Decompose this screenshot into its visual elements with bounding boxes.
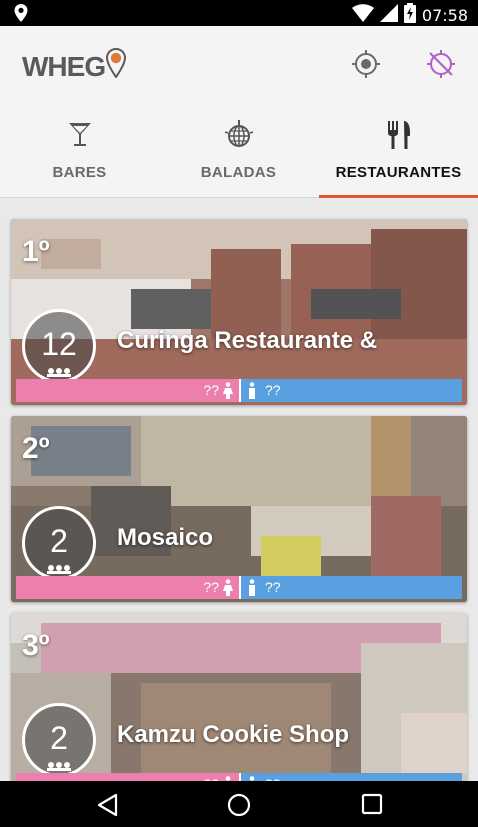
tab-label: RESTAURANTES <box>335 164 462 181</box>
back-icon[interactable] <box>96 793 118 822</box>
app-logo: WHEG <box>22 47 127 85</box>
checkin-count: 12 <box>41 326 77 362</box>
male-icon <box>247 382 257 404</box>
home-icon[interactable] <box>227 793 251 822</box>
map-pin-icon <box>105 47 127 85</box>
disco-ball-icon <box>224 120 254 155</box>
male-count: ?? <box>265 382 281 398</box>
rank-label: 2º <box>22 432 50 465</box>
checkin-count: 2 <box>50 720 68 756</box>
wifi-icon <box>351 4 374 26</box>
tab-label: BARES <box>52 164 107 181</box>
female-count: ?? <box>203 579 219 595</box>
place-name: Kamzu Cookie Shop <box>117 721 350 748</box>
female-segment: ?? <box>16 773 239 781</box>
photo-overlay <box>11 416 467 602</box>
checkin-count-badge: 2 <box>22 703 96 777</box>
gender-ratio-bar: ?? ?? <box>16 379 462 402</box>
tab-bares[interactable]: BARES <box>0 106 159 198</box>
photo-overlay <box>11 219 467 405</box>
tab-label: BALADAS <box>200 164 277 181</box>
place-name: Curinga Restaurante & <box>117 327 378 354</box>
cell-signal-icon <box>379 4 398 26</box>
battery-charging-icon <box>403 3 416 27</box>
place-card[interactable]: 2º 2 Mosaico ?? ?? <box>11 416 467 602</box>
checkin-count-badge: 12 <box>22 309 96 383</box>
place-name: Mosaico <box>117 524 214 551</box>
my-location-icon[interactable] <box>350 48 382 80</box>
tab-restaurantes[interactable]: RESTAURANTES <box>319 106 478 198</box>
female-count: ?? <box>203 382 219 398</box>
male-segment: ?? <box>239 773 462 781</box>
category-tabs: BARES BALADAS RESTAURANTES <box>0 106 478 198</box>
gender-ratio-bar: ?? ?? <box>16 576 462 599</box>
female-icon <box>223 579 233 601</box>
system-nav-bar <box>0 781 478 827</box>
tab-baladas[interactable]: BALADAS <box>159 106 318 198</box>
male-segment: ?? <box>239 379 462 402</box>
status-bar: 07:58 <box>0 0 478 26</box>
male-segment: ?? <box>239 576 462 599</box>
female-segment: ?? <box>16 379 239 402</box>
cocktail-icon <box>67 120 93 153</box>
checkin-count: 2 <box>50 523 68 559</box>
male-count: ?? <box>265 579 281 595</box>
location-off-icon[interactable] <box>425 48 457 80</box>
restaurant-list[interactable]: 1º 12 Curinga Restaurante & ?? ?? 2º 2 M… <box>0 198 478 781</box>
checkin-count-badge: 2 <box>22 506 96 580</box>
place-card[interactable]: 3º 2 Kamzu Cookie Shop ?? ?? <box>11 613 467 781</box>
male-icon <box>247 579 257 601</box>
location-icon <box>14 4 28 27</box>
place-card[interactable]: 1º 12 Curinga Restaurante & ?? ?? <box>11 219 467 405</box>
logo-text: WHEG <box>22 50 106 82</box>
clock-time: 07:58 <box>421 5 468 25</box>
fork-knife-icon <box>386 120 412 155</box>
rank-label: 3º <box>22 629 50 662</box>
female-icon <box>223 382 233 404</box>
recents-icon[interactable] <box>361 793 383 820</box>
female-segment: ?? <box>16 576 239 599</box>
gender-ratio-bar: ?? ?? <box>16 773 462 781</box>
app-bar: WHEG <box>0 26 478 106</box>
rank-label: 1º <box>22 235 50 268</box>
